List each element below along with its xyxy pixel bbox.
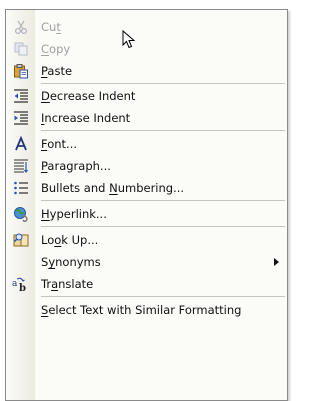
mouse-pointer-icon <box>122 29 136 54</box>
menu-item-label: Bullets and Numbering... <box>41 181 185 195</box>
menu-item-label: Translate <box>41 277 94 291</box>
menu-item-decrease-indent[interactable]: Decrease Indent <box>6 85 287 107</box>
menu-item-hyperlink[interactable]: Hyperlink... <box>6 203 287 225</box>
menu-item-label: Hyperlink... <box>41 207 107 221</box>
menu-item-translate[interactable]: a b Translate <box>6 273 287 295</box>
menu-item-label: Font... <box>41 137 78 151</box>
menu-item-label: Copy <box>41 42 71 56</box>
menu-item-font[interactable]: Font... <box>6 133 287 155</box>
menu-item-cut[interactable]: Cut <box>6 16 287 38</box>
paste-icon <box>6 60 35 82</box>
decrease-indent-icon <box>6 85 35 107</box>
lookup-icon <box>6 229 35 251</box>
paragraph-icon <box>6 155 35 177</box>
menu-item-label: Decrease Indent <box>41 89 136 103</box>
menu-item-label: Synonyms <box>41 255 101 269</box>
menu-item-bullets-and-numbering[interactable]: Bullets and Numbering... <box>6 177 287 199</box>
hyperlink-icon <box>6 203 35 225</box>
menu-separator <box>41 200 285 201</box>
menu-separator <box>41 226 285 227</box>
context-menu: Cut Copy Paste Decrease Indent Increase … <box>5 9 288 401</box>
menu-item-increase-indent[interactable]: Increase Indent <box>6 107 287 129</box>
bullets-icon <box>6 177 35 199</box>
menu-item-label: Look Up... <box>41 233 99 247</box>
menu-separator <box>41 130 285 131</box>
increase-indent-icon <box>6 107 35 129</box>
menu-item-copy[interactable]: Copy <box>6 38 287 60</box>
menu-separator <box>41 296 285 297</box>
menu-item-icon-empty <box>6 299 35 321</box>
menu-item-look-up[interactable]: Look Up... <box>6 229 287 251</box>
scissors-icon <box>6 16 35 38</box>
submenu-arrow-icon <box>274 258 279 266</box>
menu-separator <box>41 83 285 84</box>
font-icon <box>6 133 35 155</box>
menu-item-paragraph[interactable]: Paragraph... <box>6 155 287 177</box>
svg-text:b: b <box>19 283 26 292</box>
menu-item-select-similar-formatting[interactable]: Select Text with Similar Formatting <box>6 299 287 321</box>
menu-item-label: Increase Indent <box>41 111 131 125</box>
menu-item-paste[interactable]: Paste <box>6 60 287 82</box>
menu-item-synonyms[interactable]: Synonyms <box>6 251 287 273</box>
menu-item-label: Paste <box>41 64 73 78</box>
menu-item-icon-empty <box>6 251 35 273</box>
translate-icon: a b <box>6 273 35 295</box>
copy-icon <box>6 38 35 60</box>
menu-item-label: Cut <box>41 20 61 34</box>
menu-item-label: Paragraph... <box>41 159 111 173</box>
menu-item-label: Select Text with Similar Formatting <box>41 303 242 317</box>
svg-text:a: a <box>12 279 18 289</box>
